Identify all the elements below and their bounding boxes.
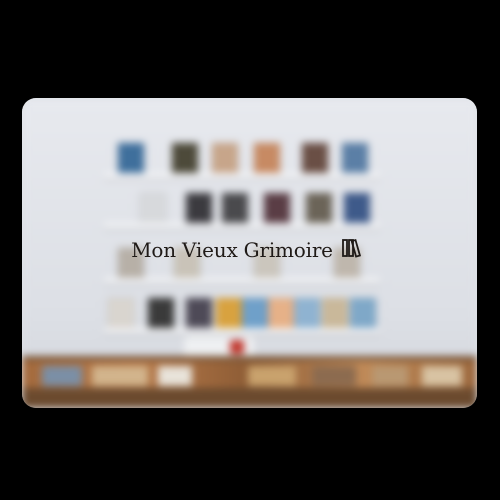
counter-book [422,366,462,386]
counter-book [158,366,192,386]
brand-logo: Mon Vieux Grimoire [22,238,477,262]
book [264,193,290,223]
book [350,298,376,328]
book [242,298,268,328]
shelf-board [104,223,380,228]
hero-banner: Mon Vieux Grimoire [22,98,477,408]
book [306,193,332,223]
counter-book [372,366,408,386]
counter-book [248,366,296,386]
book [212,143,238,173]
book [186,298,212,328]
book [342,143,368,173]
shelf-board [104,173,380,178]
book [254,143,280,173]
display-object-accent [230,340,244,354]
books-icon [342,238,368,262]
book [294,298,320,328]
book [186,193,212,223]
book [302,143,328,173]
counter-book [92,366,148,386]
shelf-board [104,278,380,283]
shelf [104,138,380,178]
book [148,298,174,328]
book [172,143,198,173]
brand-name: Mon Vieux Grimoire [131,238,333,262]
book [322,298,348,328]
book [108,298,134,328]
shelf [104,293,380,333]
counter-book [42,366,82,386]
book [222,193,248,223]
book [344,193,370,223]
book [268,298,294,328]
book [118,143,144,173]
shelf-board [104,328,380,333]
counter-book [312,366,356,386]
book [140,193,166,223]
shelf [104,188,380,228]
book [216,298,242,328]
